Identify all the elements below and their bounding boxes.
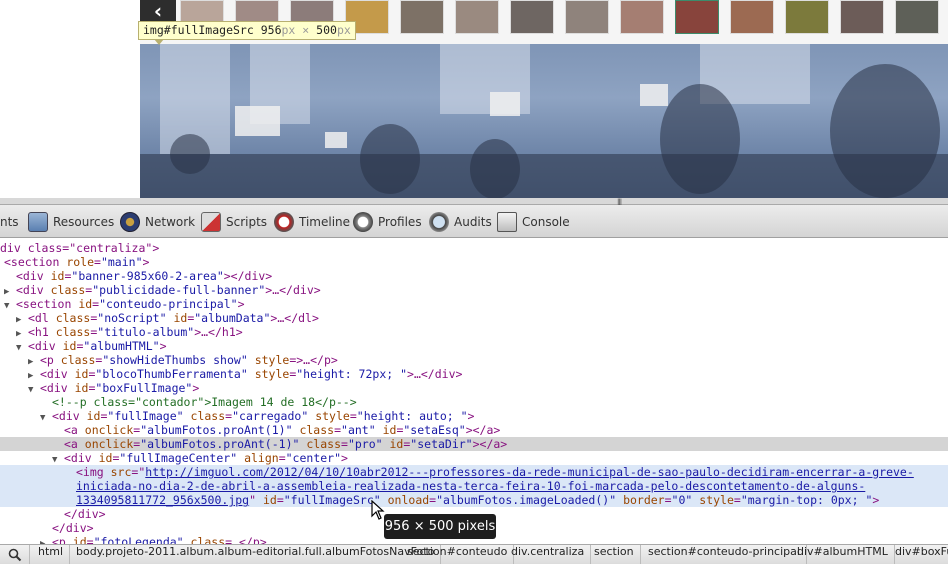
dom-node[interactable]: ▶ <div class="publicidade-full-banner">…<… [0, 283, 948, 297]
thumbnail[interactable] [840, 0, 884, 34]
breadcrumb-item[interactable]: div#albumHTML [791, 545, 895, 564]
tab-label: Timeline [299, 214, 351, 229]
tooltip-unit: px [336, 23, 351, 37]
dom-node[interactable]: ▶ <h1 class="titulo-album">…</h1> [0, 325, 948, 339]
element-inspect-tooltip: img#fullImageSrc 956px × 500px [138, 21, 356, 40]
tab-scripts[interactable]: Scripts [201, 205, 267, 238]
tab-label: Console [522, 214, 570, 229]
dom-node[interactable]: div class="centraliza"> [0, 241, 948, 255]
tab-resources[interactable]: Resources [28, 205, 114, 238]
scripts-icon [201, 211, 221, 232]
tab-label: Profiles [378, 214, 422, 229]
breadcrumb-item[interactable]: section#conteudo [401, 545, 515, 564]
inspected-page: ‹ img#fullImageSrc 956px × 500px [0, 0, 948, 198]
tooltip-width: 956 [260, 23, 282, 37]
image-src-link[interactable]: http://imguol.com/2012/04/10/10abr2012--… [145, 465, 914, 479]
tab-label: Network [145, 214, 196, 229]
search-icon [8, 548, 22, 562]
tab-network[interactable]: Network [120, 205, 195, 238]
thumbnail[interactable] [565, 0, 609, 34]
dom-node[interactable]: ▼ <div id="fullImageCenter" align="center… [0, 451, 948, 465]
tab-console[interactable]: Console [497, 205, 570, 238]
image-src-link[interactable]: 1334095811772_956x500.jpg [76, 493, 249, 507]
tab-audits[interactable]: Audits [429, 205, 492, 238]
dom-node[interactable]: <a onclick="albumFotos.proAnt(1)" class=… [0, 423, 948, 437]
dom-node[interactable]: ▶ <div id="blocoThumbFerramenta" style="h… [0, 367, 948, 381]
audits-icon [429, 211, 449, 232]
expand-triangle-icon[interactable]: ▶ [40, 537, 52, 544]
tooltip-unit: px [281, 23, 296, 37]
console-icon [497, 211, 517, 232]
search-button[interactable] [0, 545, 30, 564]
network-icon [120, 211, 140, 232]
breadcrumb-item[interactable]: div.centraliza [505, 545, 592, 564]
dom-node-hovered[interactable]: 1334095811772_956x500.jpg" id="fullImage… [0, 493, 948, 507]
tooltip-selector: img#fullImageSrc [143, 23, 254, 37]
mouse-cursor-icon [371, 500, 385, 520]
breadcrumb-item[interactable]: section [588, 545, 641, 564]
tooltip-times: × [302, 23, 310, 37]
thumbnail[interactable] [400, 0, 444, 34]
tab-label: nts [0, 214, 19, 229]
thumbnail[interactable] [510, 0, 554, 34]
breadcrumb-item[interactable]: html [32, 545, 71, 564]
tab-elements[interactable]: nts [0, 205, 19, 238]
thumbnail[interactable] [730, 0, 774, 34]
thumbnail[interactable] [675, 0, 719, 34]
tooltip-pointer [154, 39, 164, 45]
devtools-toolbar: nts Resources Network Scripts Timeline P… [0, 205, 948, 238]
resources-icon [28, 211, 48, 232]
thumbnail[interactable] [785, 0, 829, 34]
thumbnail[interactable] [620, 0, 664, 34]
tab-label: Scripts [226, 214, 268, 229]
dom-node[interactable]: ▶ <p class="showHideThumbs show" style=>…… [0, 353, 948, 367]
tooltip-height: 500 [316, 23, 337, 37]
profiles-icon [353, 211, 373, 232]
tab-label: Resources [53, 214, 115, 229]
dom-node[interactable]: ▼ <div id="albumHTML"> [0, 339, 948, 353]
dom-comment[interactable]: <!--p class="contador">Imagem 14 de 18</… [0, 395, 948, 409]
dom-node[interactable]: ▼ <div id="fullImage" class="carregado" s… [0, 409, 948, 423]
thumbnail[interactable] [455, 0, 499, 34]
dom-node[interactable]: ▼ <div id="boxFullImage"> [0, 381, 948, 395]
dom-node[interactable]: ▶ <dl class="noScript" id="albumData">…</… [0, 311, 948, 325]
dom-node[interactable]: <div id="banner-985x60-2-area"></div> [0, 269, 948, 283]
dom-tree: div class="centraliza"> <section role="m… [0, 238, 948, 544]
thumbnail[interactable] [895, 0, 939, 34]
devtools-resize-handle[interactable]: ||| [0, 198, 948, 206]
dom-node-hovered[interactable]: iniciada-no-dia-2-de-abril-a-assembleia-… [0, 479, 948, 493]
breadcrumb: html body.projeto-2011.album.album-edito… [0, 544, 948, 564]
timeline-icon [274, 211, 294, 232]
breadcrumb-item[interactable]: section#conteudo-principal [642, 545, 807, 564]
tab-label: Audits [454, 214, 492, 229]
dom-node-selected[interactable]: <a onclick="albumFotos.proAnt(-1)" class… [0, 437, 948, 451]
image-src-link[interactable]: iniciada-no-dia-2-de-abril-a-assembleia-… [76, 479, 865, 493]
dom-node-hovered[interactable]: <img src="http://imguol.com/2012/04/10/1… [0, 465, 948, 479]
breadcrumb-item[interactable]: body.projeto-2011.album.album-editorial.… [70, 545, 442, 564]
tab-timeline[interactable]: Timeline [274, 205, 350, 238]
dom-node[interactable]: <section role="main"> [0, 255, 948, 269]
image-size-tooltip: 956 × 500 pixels [384, 514, 496, 539]
breadcrumb-item[interactable]: div#boxFul [889, 545, 948, 564]
full-image [140, 44, 948, 198]
tab-profiles[interactable]: Profiles [353, 205, 422, 238]
dom-node[interactable]: ▼ <section id="conteudo-principal"> [0, 297, 948, 311]
